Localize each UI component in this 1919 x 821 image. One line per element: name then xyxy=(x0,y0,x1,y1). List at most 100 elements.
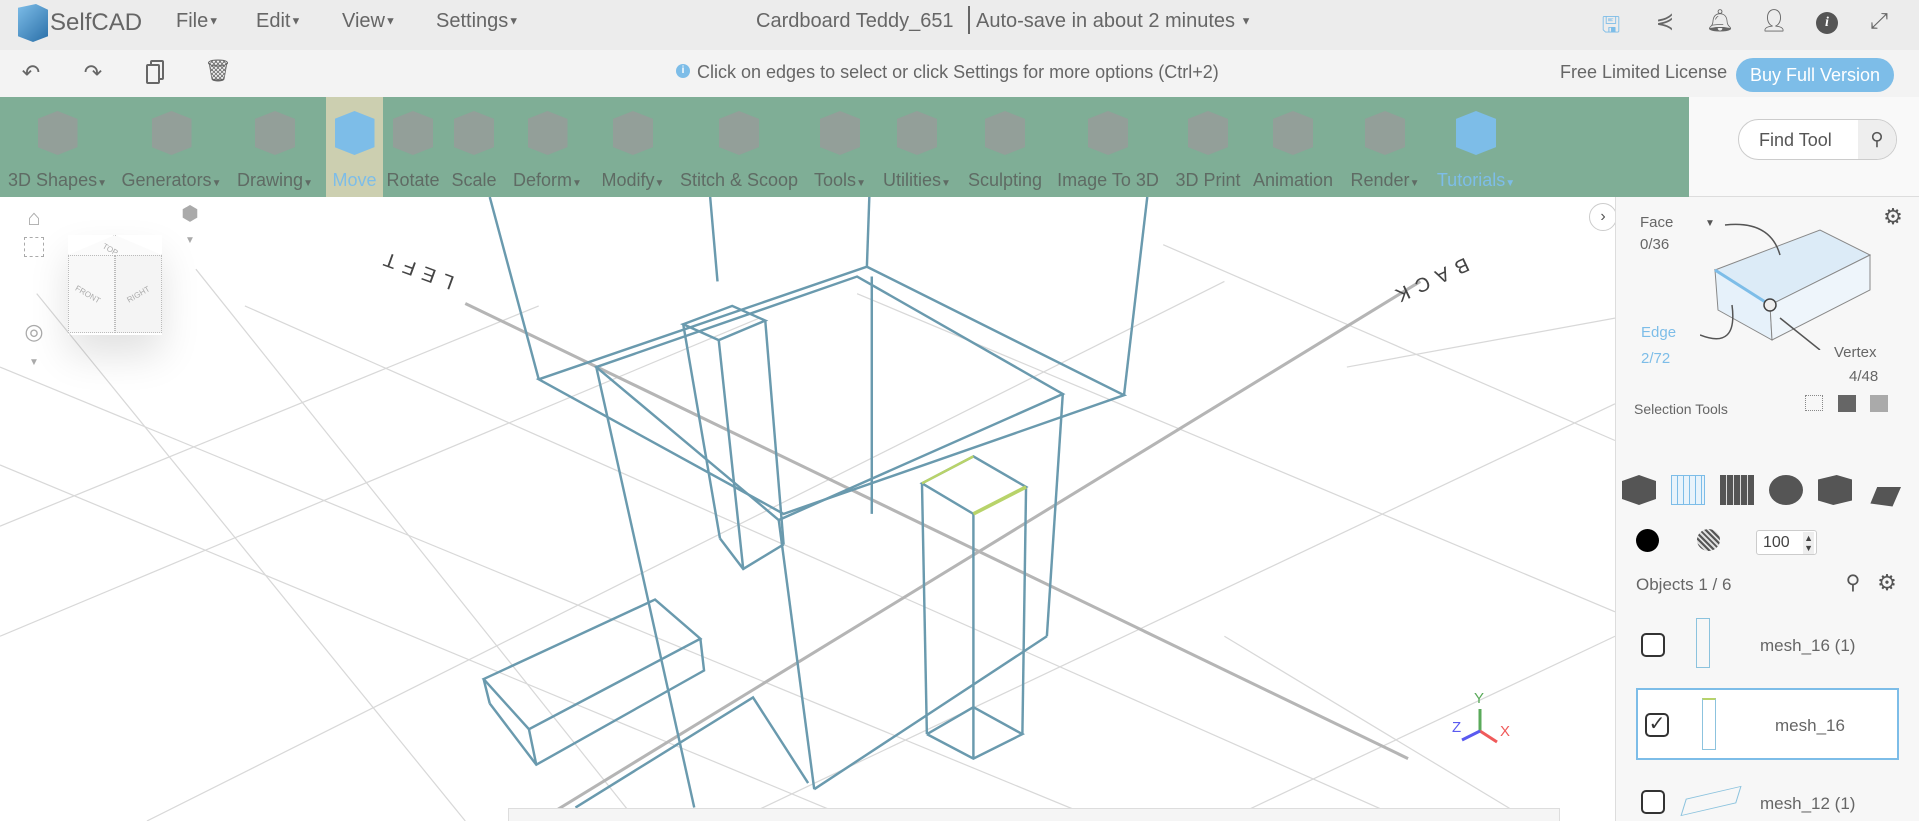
tool-label-text: Rotate xyxy=(386,170,440,190)
info-icon[interactable]: i xyxy=(1816,12,1838,34)
tool-tools[interactable]: Tools▼ xyxy=(808,97,872,197)
search-objects-icon[interactable]: ⚲ xyxy=(1840,570,1866,595)
menu-edit[interactable]: Edit▼ xyxy=(256,10,301,33)
image-to-3d-icon xyxy=(1088,111,1128,155)
tool-render[interactable]: Render▼ xyxy=(1346,97,1424,197)
copy-icon[interactable] xyxy=(146,64,160,84)
tool-scale[interactable]: Scale xyxy=(450,97,498,197)
select-half-icon[interactable] xyxy=(1818,475,1852,505)
tool-rotate[interactable]: Rotate xyxy=(386,97,440,197)
caret-down-icon: ▼ xyxy=(97,178,107,189)
menu-settings[interactable]: Settings▼ xyxy=(436,10,519,33)
tool-modify[interactable]: Modify▼ xyxy=(596,97,670,197)
tool-label-text: Tools xyxy=(814,170,857,190)
tool-label: Move xyxy=(326,170,383,191)
stepper-icon[interactable]: ▲ ▼ xyxy=(1803,532,1814,554)
tool-label-text: Sculpting xyxy=(967,170,1043,190)
face-mode-label[interactable]: Face xyxy=(1640,214,1673,231)
buy-full-version-button[interactable]: Buy Full Version xyxy=(1736,58,1894,92)
tool-label: Stitch & Scoop xyxy=(676,170,802,191)
object-row[interactable]: mesh_16 (1) xyxy=(1636,612,1899,672)
object-checkbox[interactable] xyxy=(1641,790,1665,814)
3d-viewport[interactable]: LEFT BACK ⌂ ⬢ ▼ ◎ ▼ TOP FRONT RIGHT Y X Z xyxy=(0,197,1615,821)
edge-mode-label[interactable]: Edge xyxy=(1641,324,1676,341)
box-select-icon[interactable] xyxy=(1805,395,1823,411)
tool-label-text: Generators xyxy=(121,170,212,190)
tool-tutorials[interactable]: Tutorials▼ xyxy=(1430,97,1522,197)
divider xyxy=(968,6,970,34)
caret-down-icon: ▼ xyxy=(303,178,313,189)
document-title[interactable]: Cardboard Teddy_651 xyxy=(756,10,954,33)
fit-view-icon[interactable] xyxy=(24,237,44,257)
selection-mode-illustration xyxy=(1700,223,1872,350)
undo-icon[interactable]: ↶ xyxy=(18,60,44,86)
drawing-icon xyxy=(255,111,295,155)
menu-view[interactable]: View▼ xyxy=(342,10,396,33)
menu-label: File xyxy=(176,10,209,32)
scale-icon xyxy=(454,111,494,155)
caret-down-icon: ▼ xyxy=(1409,178,1420,189)
select-sphere-icon[interactable] xyxy=(1769,475,1803,505)
axis-z-label: Z xyxy=(1452,719,1462,736)
redo-icon[interactable]: ↷ xyxy=(80,60,106,86)
fullscreen-icon[interactable]: ⤢ xyxy=(1866,8,1892,34)
tool-image-to-3d[interactable]: Image To 3D xyxy=(1051,97,1165,197)
tool-utilities[interactable]: Utilities▼ xyxy=(876,97,958,197)
search-icon[interactable]: ⚲ xyxy=(1858,120,1896,159)
sculpting-icon xyxy=(985,111,1025,155)
home-icon[interactable]: ⌂ xyxy=(22,205,46,231)
bell-icon[interactable]: 🔔︎ xyxy=(1706,8,1734,34)
objects-settings-gear-icon[interactable]: ⚙ xyxy=(1874,570,1900,596)
settings-gear-icon[interactable]: ⚙ xyxy=(1880,204,1906,230)
tool-3d-print[interactable]: 3D Print xyxy=(1168,97,1248,197)
selfcad-logo-icon xyxy=(18,4,48,42)
3d-print-icon xyxy=(1188,111,1228,155)
find-tool-input[interactable]: Find Tool ⚲ xyxy=(1738,119,1897,160)
selected-edge xyxy=(972,485,1027,516)
vertex-mode-label[interactable]: Vertex xyxy=(1834,344,1877,361)
caret-down-icon: ▼ xyxy=(941,178,951,189)
object-checkbox-checked[interactable]: ✓ xyxy=(1645,713,1669,737)
tool-label: Utilities▼ xyxy=(876,170,958,191)
find-tool-placeholder: Find Tool xyxy=(1759,130,1832,150)
object-name: mesh_16 (1) xyxy=(1760,636,1856,655)
tool-stitch-scoop[interactable]: Stitch & Scoop xyxy=(676,97,802,197)
user-icon[interactable]: 👤︎ xyxy=(1760,8,1788,34)
select-visible-icon[interactable] xyxy=(1870,395,1888,412)
object-row[interactable]: mesh_12 (1) xyxy=(1636,780,1899,821)
view-cube[interactable]: TOP FRONT RIGHT xyxy=(68,235,162,335)
view-mode-icon[interactable]: ⬢ ▼ xyxy=(176,201,204,249)
scene-canvas[interactable] xyxy=(0,197,1615,821)
menu-label: Edit xyxy=(256,10,291,32)
tool-label: Modify▼ xyxy=(596,170,670,191)
tool-animation[interactable]: Animation xyxy=(1249,97,1337,197)
hint-text: Click on edges to select or click Settin… xyxy=(697,62,1219,82)
brush-sphere-icon[interactable] xyxy=(1697,529,1720,551)
orbit-icon[interactable]: ◎ ▼ xyxy=(20,319,48,371)
tool-move[interactable]: Move xyxy=(326,97,383,197)
select-grid-icon[interactable] xyxy=(1720,475,1754,505)
tool-label-text: Modify xyxy=(601,170,655,190)
select-faces-icon[interactable] xyxy=(1671,475,1705,505)
trash-icon[interactable]: 🗑︎ xyxy=(204,58,232,84)
brush-color-icon[interactable] xyxy=(1636,529,1659,552)
object-checkbox[interactable] xyxy=(1641,633,1665,657)
autosave-status[interactable]: Auto-save in about 2 minutes ▼ xyxy=(976,10,1252,33)
tool-label: Animation xyxy=(1249,170,1337,191)
save-icon[interactable]: 🖫 xyxy=(1598,8,1624,46)
tool-3d-shapes[interactable]: 3D Shapes▼ xyxy=(0,97,115,197)
tool-generators[interactable]: Generators▼ xyxy=(118,97,225,197)
share-icon[interactable]: ⋞ xyxy=(1652,8,1678,34)
object-row-selected[interactable]: ✓ mesh_16 xyxy=(1636,688,1899,760)
tool-label: 3D Print xyxy=(1168,170,1248,191)
select-object-icon[interactable] xyxy=(1622,475,1656,505)
tool-deform[interactable]: Deform▼ xyxy=(506,97,589,197)
select-through-icon[interactable] xyxy=(1838,395,1856,412)
caret-down-icon: ▼ xyxy=(856,178,866,189)
tool-sculpting[interactable]: Sculpting xyxy=(963,97,1047,197)
tool-drawing[interactable]: Drawing▼ xyxy=(233,97,317,197)
brush-size-input[interactable]: 100 ▲ ▼ xyxy=(1756,530,1817,555)
selected-edge xyxy=(921,455,974,485)
collapse-panel-button[interactable]: › xyxy=(1589,203,1617,231)
menu-file[interactable]: File▼ xyxy=(176,10,219,33)
